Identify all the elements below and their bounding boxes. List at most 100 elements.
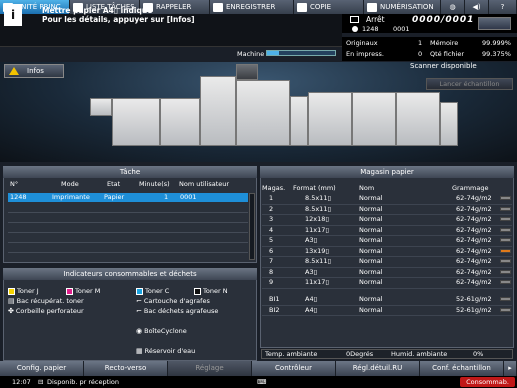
punch-icon: ✤: [8, 307, 14, 315]
row-divider: [8, 252, 248, 253]
magasin-nom: Normal: [359, 236, 383, 244]
en-impress-label: En impress.: [346, 50, 384, 58]
magasin-id: 7: [269, 257, 274, 265]
row-divider: [262, 287, 512, 289]
toner-m-swatch: [66, 287, 73, 295]
magasin-nom: Normal: [359, 194, 383, 202]
globe-icon: ◍: [449, 3, 456, 11]
paper-level-icon: [500, 238, 511, 242]
row-divider: [8, 212, 248, 213]
bottom-button-bar: Config. papier Recto-verso Réglage Contr…: [0, 361, 517, 376]
toner-m: Toner M: [66, 287, 100, 295]
recto-verso-button[interactable]: Recto-verso: [84, 361, 168, 376]
relay-unit: [290, 96, 308, 146]
user-sub: 0001: [393, 25, 410, 33]
scan-icon: [367, 2, 377, 12]
conf-echantillon-button[interactable]: Conf. échantillon: [420, 361, 504, 376]
toner-n: Toner N: [194, 287, 228, 295]
stats-panel: Originaux 1 En impress. 0 Mémoire 99.999…: [342, 37, 517, 61]
corbeille-perforateur: ✤ Corbeille perforateur: [8, 307, 84, 315]
controleur-button[interactable]: Contrôleur: [252, 361, 336, 376]
magasin-id: 4: [269, 225, 274, 234]
magasin-grammage: 62-74g/m2: [456, 225, 492, 234]
col-grammage: Grammage: [452, 184, 489, 192]
tache-title: Tâche: [3, 166, 257, 178]
reservoir-eau: ▦ Réservoir d'eau: [136, 347, 195, 355]
cartouche-agrafes: ⌐ Cartouche d'agrafes: [136, 297, 210, 305]
tab-numerisation[interactable]: NUMÉRISATION: [364, 0, 441, 14]
row-n: 1248: [10, 193, 27, 201]
regl-detuil-button[interactable]: Régl.détuil.RU: [336, 361, 420, 376]
toner-j-swatch: [8, 287, 15, 295]
sheet-feeder: [90, 98, 112, 116]
magasin-format: A3▯: [305, 267, 318, 276]
bac-dechets-agrafeuse: ⌐ Bac déchets agrafeuse: [136, 307, 218, 315]
row-divider: [8, 222, 248, 223]
tache-scrollbar[interactable]: [249, 193, 255, 260]
magasin-nom: Normal: [359, 257, 383, 265]
col-etat: Etat: [107, 180, 121, 188]
magasin-format: 11x17▯: [305, 278, 329, 286]
magasin-nom: Normal: [359, 204, 383, 213]
magasin-id: BI1: [269, 295, 280, 303]
scanner-status: Scanner disponible: [410, 62, 477, 70]
bac-recuperat-toner: ▤ Bac récupérat. toner: [8, 297, 84, 305]
main-engine: [200, 76, 236, 146]
keyboard-icon[interactable]: ⌨: [257, 377, 266, 387]
speaker-icon: ◀): [472, 3, 481, 11]
row-divider: [262, 315, 512, 316]
bac-recuperat-toner-label: Bac récupérat. toner: [16, 297, 84, 305]
magasin-nom: Normal: [359, 225, 383, 234]
globe-button[interactable]: ◍: [441, 0, 465, 14]
tab-enregistrer[interactable]: ENREGISTRER: [210, 0, 294, 14]
row-divider: [8, 242, 248, 243]
job-counter: 0000/0001: [412, 15, 475, 25]
magasin-format: A3▯: [305, 236, 318, 244]
machine-state: Arrêt: [366, 15, 385, 24]
speaker-button[interactable]: ◀): [465, 0, 489, 14]
waste-toner-icon: ▤: [8, 297, 15, 305]
water-tank-icon: ▦: [136, 347, 143, 355]
row-minutes: 1: [164, 193, 169, 201]
magasin-id: 2: [269, 204, 274, 213]
magasin-nom: Normal: [359, 305, 383, 314]
memoire-value: 99.999%: [482, 39, 511, 47]
paper-unit-1: [112, 98, 160, 146]
magasin-grammage: 62-74g/m2: [456, 257, 492, 265]
next-button[interactable]: ▸: [504, 361, 517, 376]
tab-copie[interactable]: COPIE: [294, 0, 364, 14]
humid-label: Humid. ambiante: [391, 350, 448, 358]
paper-level-icon: [500, 227, 511, 232]
infos-button[interactable]: Infos: [4, 64, 64, 78]
scanner-unit: [236, 64, 258, 80]
network-icon: ⊟: [38, 378, 44, 386]
magasin-nom: Normal: [359, 215, 383, 223]
originaux-label: Originaux: [346, 39, 378, 47]
en-impress-value: 0: [418, 50, 423, 58]
reglage-button[interactable]: Réglage: [168, 361, 252, 376]
magasin-format: 12x18▯: [305, 215, 329, 223]
lancer-echantillon-button[interactable]: Lancer échantillon: [426, 78, 513, 90]
magasin-id: BI2: [269, 305, 280, 314]
row-etat: Papier: [104, 193, 125, 201]
magasin-id: 5: [269, 236, 274, 244]
col-nom: Nom: [359, 184, 375, 192]
table-row[interactable]: 1248 Imprimante Papier 1 0001: [8, 193, 248, 202]
footer-time: 12:07: [12, 378, 31, 386]
magasin-id: 6: [269, 246, 274, 255]
screen-toggle-button[interactable]: [478, 17, 511, 30]
magasin-id: 9: [269, 278, 274, 286]
memoire-label: Mémoire: [430, 39, 459, 47]
row-divider: [8, 232, 248, 233]
config-papier-button[interactable]: Config. papier: [0, 361, 84, 376]
help-button[interactable]: ?: [489, 0, 517, 14]
paper-level-icon: [500, 307, 511, 312]
consommables-button[interactable]: Consommab.: [460, 377, 515, 387]
magasin-id: 3: [269, 215, 274, 223]
paper-level-icon: [500, 206, 511, 211]
staple-waste-icon: ⌐: [136, 307, 142, 315]
tab-label: COPIE: [310, 3, 332, 11]
tache-header: N° Mode Etat Minute(s) Nom utilisateur: [3, 180, 257, 191]
toner-c: Toner C: [136, 287, 169, 295]
magasin-grammage: 62-74g/m2: [456, 194, 492, 202]
